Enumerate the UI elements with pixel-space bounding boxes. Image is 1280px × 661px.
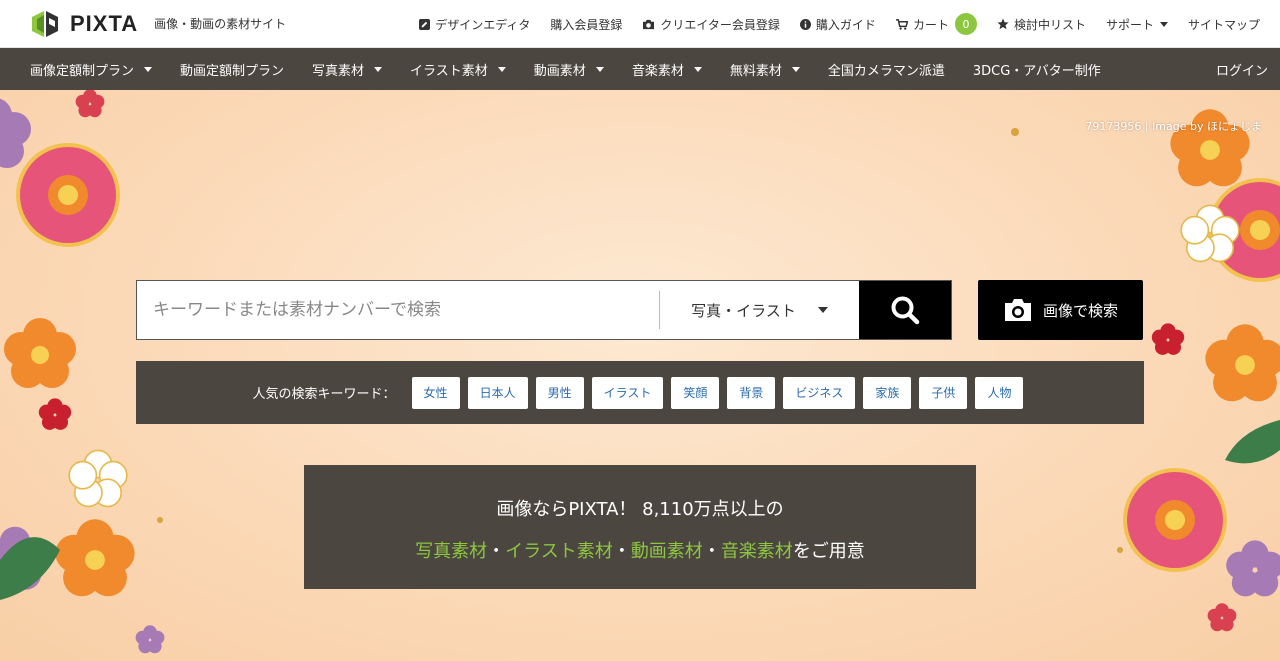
star-icon [997,18,1009,30]
keyword-chip[interactable]: 笑顔 [671,376,720,409]
sitemap-label: サイトマップ [1187,17,1260,32]
search-bar: 写真・イラスト [136,280,952,340]
catnav-label: 画像定額制プラン [30,63,135,79]
promo-illustration-link[interactable]: イラスト素材 [505,541,613,562]
promo-subline: 写真素材・イラスト素材・動画素材・音楽素材をご用意 [304,537,976,563]
cart-count-badge: 0 [954,13,977,35]
search-icon [891,296,920,325]
purchase-guide-label: 購入ガイド [815,17,876,32]
promo-music-link[interactable]: 音楽素材 [721,541,793,562]
promo-separator: ・ [612,541,631,562]
chevron-down-icon [693,66,702,72]
logo-text: PIXTA [70,10,139,36]
catnav-video-plan[interactable]: 動画定額制プラン [166,60,298,79]
purchase-guide-link[interactable]: 購入ガイド [790,16,886,33]
info-icon [799,18,811,30]
catnav-free[interactable]: 無料素材 [716,60,814,79]
catnav-label: 音楽素材 [631,63,684,79]
support-menu[interactable]: サポート [1096,16,1178,33]
image-search-label: 画像で検索 [1042,301,1118,320]
catnav-label: 動画素材 [533,63,586,79]
design-editor-link[interactable]: デザインエディタ [409,16,540,33]
promo-banner: 画像ならPIXTA！ 8,110万点以上の 写真素材・イラスト素材・動画素材・音… [304,465,976,589]
catnav-photo[interactable]: 写真素材 [298,60,396,79]
keyword-chip[interactable]: イラスト [591,376,664,409]
cart-icon [895,18,908,30]
catnav-label: 全国カメラマン派遣 [827,63,945,79]
search-button[interactable] [859,281,951,339]
keyword-chip[interactable]: ビジネス [783,376,856,409]
chevron-down-icon [817,307,828,313]
keyword-chip[interactable]: 家族 [863,376,912,409]
pixta-logo-icon [32,10,58,37]
top-header: PIXTA 画像・動画の素材サイト デザインエディタ 購入会員登録 クリエイター… [0,0,1280,48]
catnav-illustration[interactable]: イラスト素材 [396,60,520,79]
catnav-label: 3DCG・アバター制作 [972,63,1101,79]
catnav-3dcg[interactable]: 3DCG・アバター制作 [959,60,1115,79]
image-search-button[interactable]: 画像で検索 [978,280,1143,340]
creator-register-label: クリエイター会員登録 [660,17,780,32]
promo-separator: ・ [702,541,721,562]
catnav-music[interactable]: 音楽素材 [618,60,716,79]
login-link[interactable]: ログイン [1216,48,1268,90]
support-label: サポート [1105,17,1154,32]
keyword-chip[interactable]: 背景 [727,376,776,409]
popular-keywords-label: 人気の検索キーワード： [252,387,396,402]
top-nav: デザインエディタ 購入会員登録 クリエイター会員登録 購入ガイド カート 0 検… [409,0,1270,48]
keyword-chip[interactable]: 人物 [975,376,1024,409]
logo[interactable]: PIXTA [30,9,138,39]
catnav-image-plan[interactable]: 画像定額制プラン [0,60,166,79]
wishlist-link[interactable]: 検討中リスト [987,16,1096,33]
tagline: 画像・動画の素材サイト [154,17,287,31]
category-nav: 画像定額制プラン 動画定額制プラン 写真素材 イラスト素材 動画素材 音楽素材 … [0,48,1280,90]
promo-photo-link[interactable]: 写真素材 [415,541,487,562]
edit-icon [419,18,431,30]
chevron-down-icon [1159,21,1168,27]
wishlist-label: 検討中リスト [1013,17,1086,32]
keyword-chip[interactable]: 女性 [411,376,460,409]
hero-section: 79173956 | Image by ほにょじま 写真・イラスト 画像で検索 … [0,90,1280,661]
buyer-register-label: 購入会員登録 [550,17,623,32]
chevron-down-icon [144,66,153,72]
keyword-chip[interactable]: 男性 [535,376,584,409]
promo-headline: 画像ならPIXTA！ 8,110万点以上の [496,499,784,520]
catnav-cameraman[interactable]: 全国カメラマン派遣 [814,60,959,79]
catnav-label: 写真素材 [312,63,365,79]
promo-separator: ・ [487,541,506,562]
promo-video-link[interactable]: 動画素材 [631,541,703,562]
chevron-down-icon [374,66,383,72]
sitemap-link[interactable]: サイトマップ [1178,16,1270,33]
chevron-down-icon [497,66,506,72]
buyer-register-link[interactable]: 購入会員登録 [540,16,632,33]
cart-link[interactable]: カート 0 [886,13,987,35]
keyword-chip[interactable]: 日本人 [467,376,528,409]
search-type-label: 写真・イラスト [691,301,796,320]
search-type-select[interactable]: 写真・イラスト [660,281,859,339]
popular-keywords: 人気の検索キーワード： 女性 日本人 男性 イラスト 笑顔 背景 ビジネス 家族… [136,361,1144,424]
catnav-label: 無料素材 [729,63,782,79]
promo-suffix: をご用意 [792,541,865,562]
catnav-label: イラスト素材 [410,63,488,79]
chevron-down-icon [791,66,800,72]
catnav-label: 動画定額制プラン [180,63,285,79]
cart-label: カート [912,17,949,32]
camera-icon [643,19,655,29]
catnav-video[interactable]: 動画素材 [520,60,618,79]
image-credit: 79173956 | Image by ほにょじま [1085,120,1262,133]
creator-register-link[interactable]: クリエイター会員登録 [632,16,790,33]
chevron-down-icon [595,66,604,72]
search-input[interactable] [137,281,659,339]
camera-icon [1004,299,1031,321]
design-editor-label: デザインエディタ [435,17,531,32]
keyword-chip[interactable]: 子供 [919,376,968,409]
